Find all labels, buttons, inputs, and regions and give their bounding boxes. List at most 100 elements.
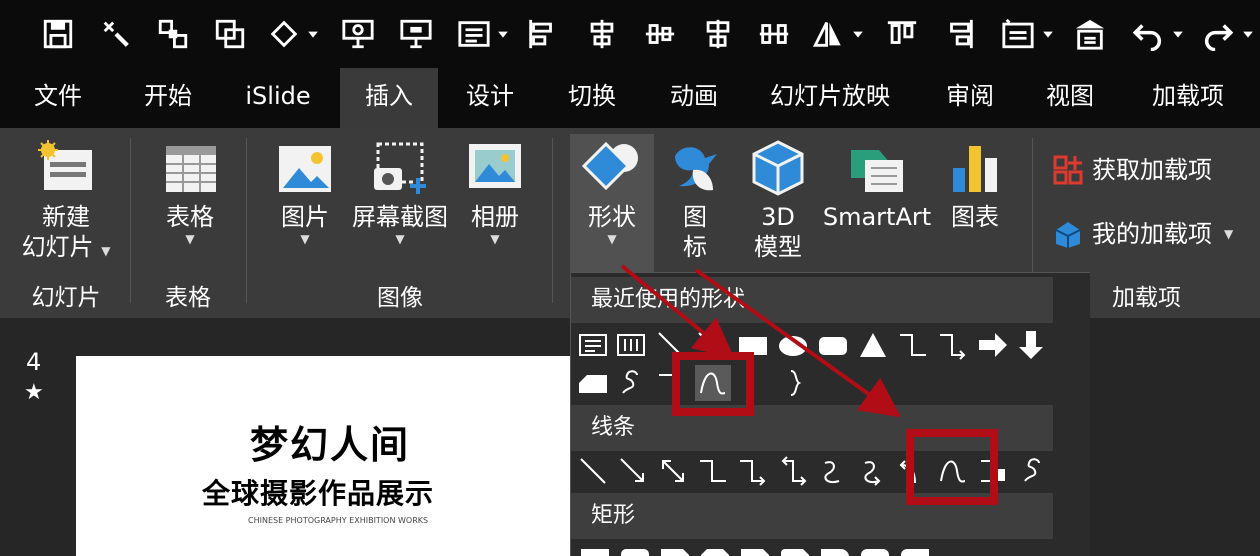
distribute-v-icon[interactable]	[754, 14, 794, 54]
shape-text-box-icon[interactable]	[575, 327, 611, 363]
align-middle-icon[interactable]	[698, 14, 738, 54]
tab-transitions[interactable]: 切换	[548, 68, 636, 128]
rect-shape-icon[interactable]	[577, 543, 613, 556]
tab-insert[interactable]: 插入	[340, 68, 438, 128]
slide-star-icon: ★	[24, 380, 44, 405]
shape-scribble-icon[interactable]	[613, 365, 649, 401]
line-curved-arrow-icon[interactable]	[855, 453, 891, 489]
slide-title: 梦幻人间	[250, 423, 411, 467]
align-left-icon[interactable]	[522, 14, 562, 54]
tab-animations[interactable]: 动画	[650, 68, 738, 128]
shape-rounded-rectangle-icon[interactable]	[815, 327, 851, 363]
tab-slideshow[interactable]: 幻灯片放映	[760, 68, 900, 128]
table-button[interactable]: 表格 ▼	[150, 138, 230, 246]
layout-icon[interactable]	[1070, 14, 1110, 54]
cube-icon	[752, 140, 804, 196]
bar-chart-icon	[953, 146, 997, 192]
shape-elbow-connector-icon[interactable]	[895, 327, 931, 363]
shape-elbow-arrow-icon[interactable]	[935, 327, 971, 363]
rect-snip-round-icon[interactable]	[777, 543, 813, 556]
rect-snip-diag-icon[interactable]	[737, 543, 773, 556]
rect-round-one-icon[interactable]	[817, 543, 853, 556]
chart-button[interactable]: 图表	[940, 138, 1010, 232]
chevron-down-icon[interactable]	[1172, 28, 1184, 40]
highlight-box-lines-curve	[906, 429, 998, 505]
align-top-icon[interactable]	[882, 14, 922, 54]
redo-icon[interactable]	[1198, 14, 1238, 54]
chevron-down-icon: ▼	[1224, 227, 1234, 241]
shape-triangle-icon[interactable]	[855, 327, 891, 363]
line-double-arrow-icon[interactable]	[655, 453, 691, 489]
rect-rounded-icon[interactable]	[617, 543, 653, 556]
tab-islide[interactable]: iSlide	[234, 68, 322, 128]
line-straight-icon[interactable]	[575, 453, 611, 489]
align-right-icon[interactable]	[940, 14, 980, 54]
shape-right-arrow-icon[interactable]	[975, 327, 1011, 363]
rect-round-diag-icon[interactable]	[897, 543, 933, 556]
tab-view[interactable]: 视图	[1026, 68, 1114, 128]
present-icon[interactable]	[396, 14, 436, 54]
undo-icon[interactable]	[1128, 14, 1168, 54]
line-elbow-arrow-icon[interactable]	[735, 453, 771, 489]
photo-album-button[interactable]: 相册 ▼	[456, 138, 534, 246]
save-icon[interactable]	[38, 14, 78, 54]
screenshot-icon	[374, 142, 426, 194]
new-slide-button[interactable]: 新建 幻灯片 ▼	[14, 138, 118, 262]
rect-round-two-icon[interactable]	[857, 543, 893, 556]
align-center-icon[interactable]	[582, 14, 622, 54]
shapes-button[interactable]: 形状 ▼	[572, 138, 652, 246]
group-icon[interactable]	[153, 14, 193, 54]
rect-snip-two-icon[interactable]	[697, 543, 733, 556]
section-recent-shapes: 最近使用的形状	[571, 277, 1053, 323]
screenshot-button[interactable]: 屏幕截图 ▼	[350, 138, 450, 246]
chevron-down-icon[interactable]	[307, 28, 319, 40]
shapes-dropdown: 最近使用的形状 线条 矩形	[570, 272, 1090, 556]
format-painter-icon[interactable]	[96, 14, 136, 54]
my-addins-button[interactable]: 我的加载项 ▼	[1052, 218, 1252, 250]
chevron-down-icon[interactable]	[1242, 28, 1254, 40]
line-curved-connector-icon[interactable]	[815, 453, 851, 489]
shape-right-brace-icon[interactable]	[777, 365, 813, 401]
slide-subtitle: 全球摄影作品展示	[202, 477, 435, 510]
flip-icon[interactable]	[808, 14, 848, 54]
shape-down-arrow-icon[interactable]	[1013, 327, 1049, 363]
line-arrow-icon[interactable]	[615, 453, 651, 489]
tab-design[interactable]: 设计	[446, 68, 534, 128]
line-elbow-icon[interactable]	[695, 453, 731, 489]
shape-oval-icon[interactable]	[775, 327, 811, 363]
shapes-icon	[581, 141, 638, 191]
rect-snip-icon[interactable]	[657, 543, 693, 556]
3d-model-button[interactable]: 3D 模型	[740, 138, 816, 262]
shape-outline-icon[interactable]	[264, 14, 304, 54]
chevron-down-icon[interactable]	[1042, 28, 1054, 40]
smartart-icon	[851, 150, 903, 192]
line-elbow-double-arrow-icon[interactable]	[775, 453, 811, 489]
store-icon	[1053, 155, 1083, 185]
text-box-icon[interactable]	[454, 14, 494, 54]
smartart-button[interactable]: SmartArt	[820, 138, 934, 232]
chevron-down-icon[interactable]	[852, 28, 864, 40]
group-label-addins: 加载项	[1112, 285, 1181, 311]
tab-home[interactable]: 开始	[124, 68, 212, 128]
distribute-h-icon[interactable]	[640, 14, 680, 54]
chevron-down-icon[interactable]	[497, 28, 509, 40]
picture-button[interactable]: 图片 ▼	[266, 138, 344, 246]
tab-review[interactable]: 审阅	[926, 68, 1014, 128]
shape-snip-rectangle-icon[interactable]	[575, 365, 611, 401]
get-addins-button[interactable]: 获取加载项	[1052, 154, 1242, 186]
slide-thumbnail[interactable]: 梦幻人间 全球摄影作品展示 CHINESE PHOTOGRAPHY EXHIBI…	[76, 356, 596, 556]
line-scribble-icon[interactable]	[1015, 453, 1051, 489]
tab-file[interactable]: 文件	[14, 68, 102, 128]
picture-icon	[279, 146, 331, 192]
group-label-tables: 表格	[165, 285, 211, 311]
new-slide-icon[interactable]	[998, 14, 1038, 54]
shape-vertical-text-icon[interactable]	[613, 327, 649, 363]
tab-addins[interactable]: 加载项	[1136, 68, 1240, 128]
group-label-slides: 幻灯片	[31, 285, 101, 311]
ungroup-icon[interactable]	[210, 14, 250, 54]
highlight-box-recent-curve	[672, 352, 754, 416]
slideshow-icon[interactable]	[338, 14, 378, 54]
table-icon	[166, 146, 216, 192]
icons-button[interactable]: 图 标	[660, 138, 730, 262]
new-slide-icon	[38, 140, 92, 190]
